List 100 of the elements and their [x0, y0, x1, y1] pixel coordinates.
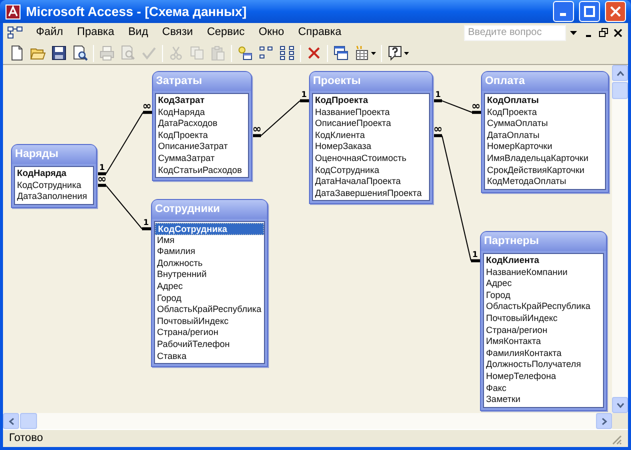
cardinality-label: ∞ [433, 122, 443, 136]
field-name[interactable]: Город [155, 292, 264, 304]
field-name[interactable]: Должность [155, 258, 264, 270]
field-name[interactable]: КодПроекта [156, 130, 248, 142]
scroll-thumb[interactable] [612, 82, 628, 99]
relationship-line[interactable] [96, 184, 152, 230]
relationship-line[interactable] [432, 99, 482, 114]
field-name[interactable]: Страна/регион [155, 327, 264, 339]
field-name[interactable]: ОбластьКрайРеспублика [484, 301, 603, 313]
field-name[interactable]: НомерКарточки [485, 141, 605, 153]
field-name[interactable]: НазваниеКомпании [484, 266, 603, 278]
field-name[interactable]: НазваниеПроекта [313, 106, 429, 118]
caret-icon [404, 52, 409, 54]
scroll-left-button[interactable] [3, 413, 19, 429]
field-name[interactable]: СрокДействияКарточки [485, 164, 605, 176]
field-name[interactable]: ДатаЗавершенияПроекта [313, 188, 429, 200]
field-name[interactable]: КодЗатрат [156, 95, 248, 107]
field-name[interactable]: Внутренний [155, 269, 264, 281]
search-field[interactable]: Введите вопрос [464, 24, 566, 40]
relationship-line[interactable] [250, 99, 310, 138]
relationship-line[interactable] [96, 110, 154, 176]
field-name[interactable]: ОценочнаяСтоимость [313, 152, 429, 165]
field-name[interactable]: КодКлиента [313, 130, 429, 142]
relationships-icon[interactable] [7, 26, 23, 39]
field-name[interactable]: ОписаниеЗатрат [156, 141, 248, 153]
menu-item[interactable]: Окно [252, 24, 292, 41]
menu-item[interactable]: Связи [155, 24, 200, 41]
field-name[interactable]: СуммаЗатрат [156, 152, 248, 165]
restore-icon[interactable] [599, 28, 608, 37]
close-button[interactable] [605, 1, 626, 22]
close-icon [610, 6, 621, 17]
field-name[interactable]: ДатаРасходов [156, 118, 248, 130]
field-name[interactable]: ДатаОплаты [485, 130, 605, 142]
field-name[interactable]: НомерЗаказа [313, 141, 429, 153]
scroll-down-button[interactable] [612, 397, 628, 413]
menu-item[interactable]: Правка [70, 24, 122, 41]
menu-item[interactable]: Справка [291, 24, 348, 41]
floppy-disk-button[interactable] [49, 43, 69, 63]
field-name[interactable]: Заметки [484, 394, 603, 406]
printer-icon [99, 45, 115, 61]
field-name[interactable]: ИмяВладельцаКарточки [485, 152, 605, 165]
field-name[interactable]: Город [484, 290, 603, 302]
scroll-thumb[interactable] [20, 413, 37, 429]
field-name[interactable]: КодКлиента [484, 255, 603, 267]
field-name[interactable]: ОписаниеПроекта [313, 118, 429, 130]
menu-item[interactable]: Файл [29, 24, 70, 41]
table-card[interactable]: Проекты КодПроекта НазваниеПроекта ОписаниеПроекта КодКлиента НомерЗаказа ОценочнаяСтоимость КодСотрудника ДатаНачалаПроекта ДатаЗавершенияПроекта [309, 71, 433, 204]
resize-grip-icon[interactable] [610, 432, 622, 444]
field-name[interactable]: ДолжностьПолучателя [484, 359, 603, 371]
windows-button[interactable] [331, 43, 351, 63]
field-name[interactable]: ДатаЗаполнения [15, 191, 93, 203]
close-icon[interactable] [614, 28, 622, 36]
scroll-right-button[interactable] [596, 413, 612, 429]
dropdown-caret-icon[interactable] [570, 30, 577, 34]
grid-button[interactable] [277, 43, 297, 63]
table-card[interactable]: Партнеры КодКлиента НазваниеКомпании Адрес Город ОбластьКрайРеспублика ПочтовыйИндекс Страна/регион ИмяКонтакта ФамилияКонтакта ДолжностьПолучателя НомерТелефона Факс Заметки [480, 231, 607, 411]
field-name[interactable]: Страна/регион [484, 324, 603, 336]
field-name[interactable]: Факс [484, 382, 603, 394]
table-card[interactable]: Затраты КодЗатрат КодНаряда ДатаРасходов КодПроекта ОписаниеЗатрат СуммаЗатрат КодСтатьиРасходов [152, 71, 252, 182]
page-magnifier-icon [120, 45, 136, 61]
field-name[interactable]: КодНаряда [156, 106, 248, 118]
table-card[interactable]: Сотрудники КодСотрудника Имя Фамилия Должность Внутренний Адрес Город ОбластьКрайРеспублика ПочтовыйИндекс Страна/регион РабочийТелефон Ставка [151, 199, 268, 368]
relationship-line[interactable] [432, 134, 482, 262]
field-name[interactable]: ПочтовыйИндекс [484, 312, 603, 325]
menu-item[interactable]: Сервис [200, 24, 252, 41]
caret-icon [371, 52, 376, 54]
check-mark-icon [141, 45, 157, 61]
horizontal-scrollbar[interactable] [3, 413, 612, 429]
scroll-up-button[interactable] [612, 65, 628, 81]
field-name[interactable]: Адрес [155, 280, 264, 293]
vertical-scrollbar[interactable] [612, 65, 628, 413]
field-name[interactable]: СуммаОплаты [485, 118, 605, 130]
maximize-button[interactable] [579, 1, 600, 22]
cardinality-label: 1 [143, 218, 149, 227]
field-name[interactable]: Ставка [155, 350, 264, 362]
field-name[interactable]: КодНаряда [15, 168, 93, 180]
field-name[interactable]: КодОплаты [485, 95, 605, 107]
field-name[interactable]: Адрес [484, 278, 603, 290]
field-name[interactable]: КодСотрудника [155, 223, 264, 235]
table-card[interactable]: Оплата КодОплаты КодПроекта СуммаОплаты ДатаОплаты НомерКарточки ИмяВладельцаКарточки СрокДействияКарточки КодМетодаОплаты [481, 71, 609, 193]
table-card[interactable]: Наряды КодНаряда КодСотрудника ДатаЗаполнения [11, 144, 97, 208]
new-document-icon [9, 45, 25, 61]
field-name[interactable]: КодМетодаОплаты [485, 176, 605, 188]
scissors-icon [168, 45, 184, 61]
field-name[interactable]: КодСтатьиРасходов [156, 164, 248, 176]
field-name[interactable]: Фамилия [155, 246, 264, 258]
field-name[interactable]: КодПроекта [485, 106, 605, 118]
minimize-button[interactable] [553, 1, 574, 22]
field-name[interactable]: РабочийТелефон [155, 338, 264, 351]
field-name[interactable]: ОбластьКрайРеспублика [155, 304, 264, 316]
field-name[interactable]: Имя [155, 234, 264, 246]
field-name[interactable]: ИмяКонтакта [484, 336, 603, 348]
menu-item[interactable]: Вид [121, 24, 156, 41]
field-name[interactable]: КодСотрудника [313, 164, 429, 176]
field-name[interactable]: ФамилияКонтакта [484, 348, 603, 360]
field-name[interactable]: КодПроекта [313, 95, 429, 107]
field-name[interactable]: НомерТелефона [484, 370, 603, 383]
field-name[interactable]: ДатаНачалаПроекта [313, 176, 429, 188]
field-name[interactable]: ПочтовыйИндекс [155, 316, 264, 328]
field-name[interactable]: КодСотрудника [15, 180, 93, 192]
